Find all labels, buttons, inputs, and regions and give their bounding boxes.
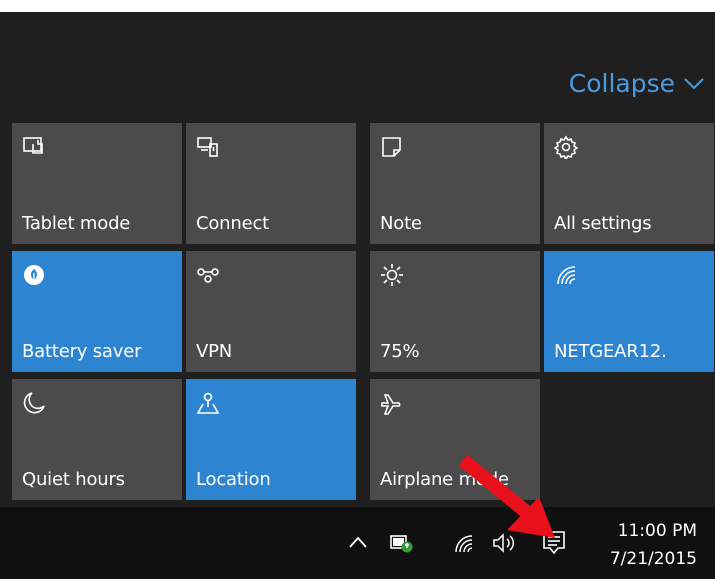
power-icon[interactable] <box>390 533 414 553</box>
tile-vpn[interactable]: VPN <box>186 251 356 372</box>
tile-label: VPN <box>196 341 233 362</box>
connect-icon <box>196 135 220 159</box>
clock-time: 11:00 PM <box>617 521 697 541</box>
tile-tablet-mode[interactable]: Tablet mode <box>12 123 182 244</box>
note-icon <box>380 135 404 159</box>
tile-network[interactable]: NETGEAR12. <box>544 251 714 372</box>
tile-label: Quiet hours <box>22 469 125 490</box>
vpn-icon <box>196 263 220 287</box>
action-center-panel: Collapse Tablet mode Connect Note All se… <box>0 12 715 507</box>
chevron-up-icon[interactable] <box>348 535 368 549</box>
tile-label: Battery saver <box>22 341 142 362</box>
tile-quiet-hours[interactable]: Quiet hours <box>12 379 182 500</box>
tile-connect[interactable]: Connect <box>186 123 356 244</box>
taskbar: 11:00 PM 7/21/2015 <box>0 507 715 579</box>
tile-label: NETGEAR12. <box>554 341 667 362</box>
wifi-icon <box>554 263 578 287</box>
clock-date: 7/21/2015 <box>609 549 697 569</box>
chevron-down-icon <box>683 76 705 90</box>
tile-label: Airplane mode <box>380 469 509 490</box>
volume-icon[interactable] <box>491 532 517 554</box>
tile-battery-saver[interactable]: Battery saver <box>12 251 182 372</box>
tile-all-settings[interactable]: All settings <box>544 123 714 244</box>
tile-label: Tablet mode <box>22 213 131 234</box>
tile-label: 75% <box>380 341 420 362</box>
tile-label: Connect <box>196 213 270 234</box>
tile-airplane-mode[interactable]: Airplane mode <box>370 379 540 500</box>
tile-label: Location <box>196 469 271 490</box>
gear-icon <box>554 135 578 159</box>
action-center-icon[interactable] <box>541 529 567 557</box>
tile-brightness[interactable]: 75% <box>370 251 540 372</box>
collapse-button[interactable]: Collapse <box>569 66 705 100</box>
tile-note[interactable]: Note <box>370 123 540 244</box>
airplane-icon <box>380 391 404 415</box>
clock[interactable]: 11:00 PM 7/21/2015 <box>577 517 697 573</box>
tile-label: All settings <box>554 213 652 234</box>
tablet-mode-icon <box>22 135 46 159</box>
tile-location[interactable]: Location <box>186 379 356 500</box>
collapse-label: Collapse <box>568 68 675 98</box>
tile-label: Note <box>380 213 422 234</box>
battery-saver-icon <box>22 263 46 287</box>
wifi-icon[interactable] <box>453 532 475 554</box>
location-icon <box>196 391 220 415</box>
moon-icon <box>22 391 46 415</box>
brightness-icon <box>380 263 404 287</box>
